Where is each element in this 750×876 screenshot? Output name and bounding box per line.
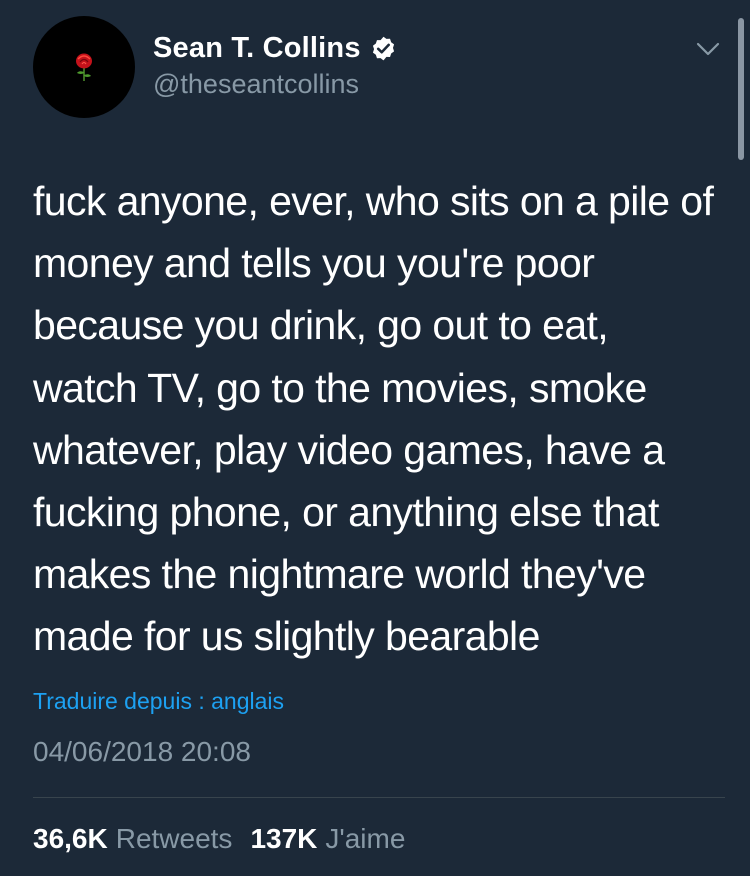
author-name-row[interactable]: Sean T. Collins <box>153 30 397 66</box>
divider <box>33 797 725 798</box>
verified-badge-icon <box>372 36 394 60</box>
avatar[interactable] <box>33 16 135 118</box>
author-display-name[interactable]: Sean T. Collins <box>153 32 361 65</box>
chevron-down-icon[interactable] <box>696 40 720 58</box>
likes-stat[interactable]: 137K J'aime <box>250 823 405 855</box>
tweet-text: fuck anyone, ever, who sits on a pile of… <box>33 178 714 660</box>
tweet-stats: 36,6K Retweets 137K J'aime <box>33 823 405 855</box>
author-handle[interactable]: @theseantcollins <box>153 69 359 100</box>
retweets-count: 36,6K <box>33 823 108 854</box>
translate-link[interactable]: Traduire depuis : anglais <box>33 688 284 715</box>
retweets-stat[interactable]: 36,6K Retweets <box>33 823 232 855</box>
scrollbar[interactable] <box>738 18 744 160</box>
retweets-label: Retweets <box>115 823 233 854</box>
tweet-timestamp: 04/06/2018 20:08 <box>33 736 251 767</box>
likes-label: J'aime <box>325 823 406 854</box>
likes-count: 137K <box>250 823 318 854</box>
rose-icon <box>76 53 92 81</box>
